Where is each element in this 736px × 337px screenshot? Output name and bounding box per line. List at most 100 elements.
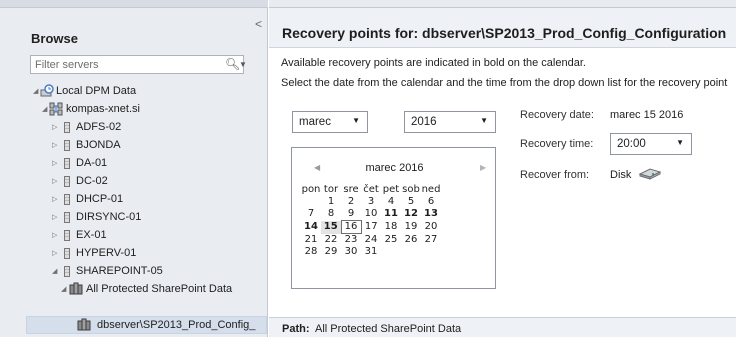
calendar-day[interactable]: 28 xyxy=(301,246,321,258)
calendar-day[interactable]: 4 xyxy=(381,196,401,208)
day-name: sre xyxy=(343,184,359,195)
domain-icon xyxy=(49,102,63,116)
tree-item-sharepoint-group[interactable]: ◢ All Protected SharePoint Data xyxy=(0,281,268,298)
tree-expand-icon[interactable]: ▷ xyxy=(52,173,60,190)
month-select-value: marec xyxy=(299,116,331,128)
tree-label: DIRSYNC-01 xyxy=(76,211,142,223)
recovery-pane: Recovery points for: dbserver\SP2013_Pro… xyxy=(269,0,736,337)
search-icon[interactable]: 🔍︎ xyxy=(225,57,240,71)
calendar-day[interactable]: 5 xyxy=(401,196,421,208)
calendar-day[interactable]: 10 xyxy=(361,208,381,221)
calendar-day[interactable]: 21 xyxy=(301,234,321,247)
calendar-day[interactable]: 23 xyxy=(341,234,361,247)
calendar-day[interactable]: 3 xyxy=(361,196,381,208)
tree-expand-icon[interactable]: ▷ xyxy=(52,191,60,208)
calendar-day[interactable]: 31 xyxy=(361,246,381,258)
info-line-2: Select the date from the calendar and th… xyxy=(281,77,728,89)
calendar-empty-cell xyxy=(421,246,441,258)
calendar-grid: pon tor sre čet pet sob ned 1 2 3 4 5 6 7 8 9 10 1… xyxy=(301,184,442,258)
dropdown-arrow-icon: ▼ xyxy=(480,116,488,125)
tree-label: dbserver\SP2013_Prod_Config_ xyxy=(97,319,256,331)
tree-expand-icon[interactable]: ▷ xyxy=(52,227,60,244)
server-icon xyxy=(61,174,75,188)
calendar-day[interactable]: 6 xyxy=(421,196,441,208)
calendar-day[interactable]: 30 xyxy=(341,246,361,258)
calendar-day[interactable]: 25 xyxy=(381,234,401,247)
tree-label: HYPERV-01 xyxy=(76,247,137,259)
day-name: tor xyxy=(323,184,339,195)
dropdown-arrow-icon: ▼ xyxy=(676,138,684,147)
tree-item-server[interactable]: ◢ SHAREPOINT-05 xyxy=(0,263,268,280)
tree-item-server[interactable]: ▷ DC-02 xyxy=(0,173,268,190)
calendar-day[interactable]: 17 xyxy=(361,221,381,234)
tree-collapse-icon[interactable]: ◢ xyxy=(52,263,60,280)
recovery-time-select[interactable]: 20:00 ▼ xyxy=(610,133,692,155)
day-name: pon xyxy=(301,184,321,195)
path-bar: Path: All Protected SharePoint Data xyxy=(269,317,736,337)
day-name: čet xyxy=(363,184,379,195)
tree-item-selected-database[interactable]: dbserver\SP2013_Prod_Config_ xyxy=(26,316,267,334)
tree-item-server[interactable]: ▷ EX-01 xyxy=(0,227,268,244)
tree-expand-icon[interactable]: ▷ xyxy=(52,209,60,226)
tree-item-server[interactable]: ▷ DA-01 xyxy=(0,155,268,172)
dropdown-arrow-icon[interactable]: ▼ xyxy=(239,60,247,69)
calendar-day[interactable]: 12 xyxy=(401,208,421,221)
tree-label: All Protected SharePoint Data xyxy=(86,283,233,295)
tree-item-server[interactable]: ▷ ADFS-02 xyxy=(0,119,268,136)
calendar-week: 7 8 9 10 11 12 13 xyxy=(301,208,441,221)
tree-item-server[interactable]: ▷ DIRSYNC-01 xyxy=(0,209,268,226)
calendar-day[interactable]: 15 xyxy=(321,220,341,234)
calendar-day[interactable]: 2 xyxy=(341,196,361,208)
collapse-pane-icon[interactable]: < xyxy=(255,17,262,31)
server-icon xyxy=(61,210,75,224)
filter-servers-input[interactable] xyxy=(35,57,215,72)
calendar-day[interactable]: 11 xyxy=(381,208,401,221)
tree-label: SHAREPOINT-05 xyxy=(76,265,163,277)
tree-item-server[interactable]: ▷ BJONDA xyxy=(0,137,268,154)
tree-label: kompas-xnet.si xyxy=(66,103,140,115)
tree-collapse-icon[interactable]: ◢ xyxy=(61,281,69,298)
calendar-week: 21 22 23 24 25 26 27 xyxy=(301,234,441,247)
server-icon xyxy=(61,156,75,170)
calendar-day[interactable]: 24 xyxy=(361,234,381,247)
calendar-empty-cell xyxy=(301,196,321,208)
tree-expand-icon[interactable]: ▷ xyxy=(52,155,60,172)
recover-from-label: Recover from: xyxy=(520,169,590,181)
calendar-day[interactable]: 19 xyxy=(401,221,421,234)
calendar-day[interactable]: 7 xyxy=(301,208,321,221)
month-select[interactable]: marec ▼ xyxy=(292,111,368,133)
calendar-day[interactable]: 8 xyxy=(321,208,341,221)
tree-item-local-dpm-data[interactable]: ◢ Local DPM Data xyxy=(0,83,268,100)
calendar-day[interactable]: 27 xyxy=(421,234,441,247)
calendar-day[interactable]: 20 xyxy=(421,221,441,234)
calendar-day[interactable]: 29 xyxy=(321,246,341,258)
calendar-day[interactable]: 16 xyxy=(340,220,362,234)
recovery-time-label: Recovery time: xyxy=(520,138,594,150)
tree-expand-icon[interactable]: ▷ xyxy=(52,119,60,136)
calendar-empty-cell xyxy=(381,246,401,258)
calendar-day[interactable]: 9 xyxy=(341,208,361,221)
right-pane-toolbar xyxy=(269,0,736,8)
tree-item-domain[interactable]: ◢ kompas-xnet.si xyxy=(0,101,268,118)
tree-item-server[interactable]: ▷ HYPERV-01 xyxy=(0,245,268,262)
recover-from-value: Disk xyxy=(610,169,632,181)
calendar-day[interactable]: 14 xyxy=(301,221,321,234)
calendar-day[interactable]: 13 xyxy=(421,208,441,221)
tree-item-server[interactable]: ▷ DHCP-01 xyxy=(0,191,268,208)
calendar-day[interactable]: 1 xyxy=(321,196,341,208)
calendar-day[interactable]: 18 xyxy=(381,221,401,234)
recovery-time-value: 20:00 xyxy=(617,138,646,150)
calendar-week: 14 15 16 17 18 19 20 xyxy=(301,220,441,234)
info-line-1: Available recovery points are indicated … xyxy=(281,57,586,69)
calendar-day[interactable]: 26 xyxy=(401,234,421,247)
tree-label: Local DPM Data xyxy=(56,85,137,97)
left-pane-toolbar xyxy=(0,0,268,8)
calendar-day[interactable]: 22 xyxy=(321,234,341,247)
page-title: Recovery points for: dbserver\SP2013_Pro… xyxy=(282,25,727,41)
year-select[interactable]: 2016 ▼ xyxy=(404,111,496,133)
tree-expand-icon[interactable]: ▷ xyxy=(52,137,60,154)
tree-label: ADFS-02 xyxy=(76,121,122,133)
calendar-next-icon[interactable]: ▶ xyxy=(480,163,486,172)
year-select-value: 2016 xyxy=(411,116,437,128)
tree-expand-icon[interactable]: ▷ xyxy=(52,245,60,262)
